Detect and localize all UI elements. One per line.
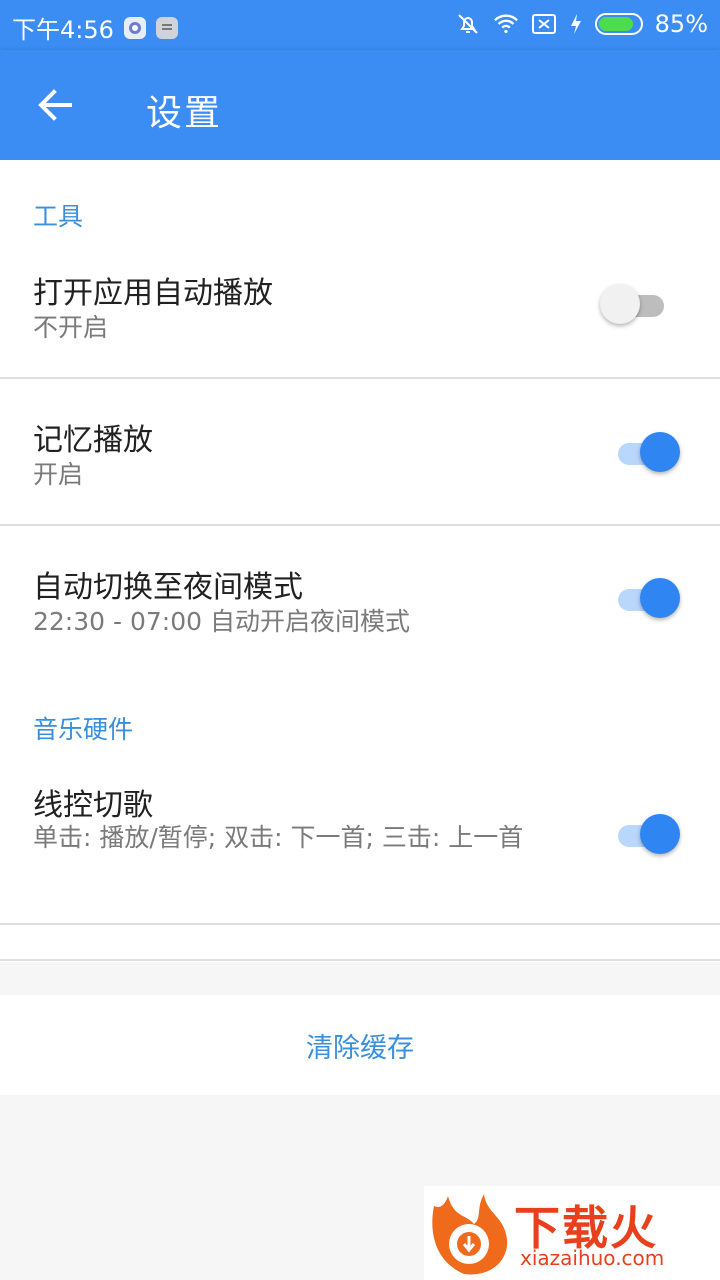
watermark-domain: xiazaihuo.com xyxy=(520,1246,665,1270)
clear-cache-button[interactable]: 清除缓存 xyxy=(0,995,720,1095)
setting-title: 线控切歌 xyxy=(33,788,153,823)
divider xyxy=(0,959,720,961)
sim-none-icon xyxy=(531,11,557,37)
setting-subtitle: 不开启 xyxy=(33,313,109,342)
mute-bell-icon xyxy=(455,11,481,37)
wire-control-toggle[interactable] xyxy=(610,812,680,856)
battery-percent: 85% xyxy=(654,10,708,38)
memory-playback-toggle[interactable] xyxy=(610,430,680,474)
section-header-tools: 工具 xyxy=(33,202,84,231)
setting-title: 自动切换至夜间模式 xyxy=(33,570,303,605)
setting-subtitle: 开启 xyxy=(33,460,84,489)
status-bar: 下午4:56 85% xyxy=(0,0,720,50)
battery-level-fill xyxy=(598,17,633,31)
arrow-left-icon xyxy=(38,89,72,121)
divider xyxy=(0,923,720,925)
app-bar: 设置 xyxy=(0,50,720,160)
clear-cache-label: 清除缓存 xyxy=(306,1032,414,1064)
setting-title: 打开应用自动播放 xyxy=(33,276,273,311)
toggle-thumb xyxy=(640,432,680,472)
back-button[interactable] xyxy=(30,80,80,130)
section-header-music-hardware: 音乐硬件 xyxy=(33,715,134,744)
notification-icon xyxy=(155,16,178,39)
divider xyxy=(0,524,720,526)
toggle-thumb xyxy=(640,578,680,618)
toggle-thumb xyxy=(640,814,680,854)
settings-list: 工具 打开应用自动播放 不开启 记忆播放 开启 自动切换至夜间模式 22:30 … xyxy=(0,160,720,962)
divider xyxy=(0,377,720,379)
watermark-logo: 下载火 xiazaihuo.com xyxy=(424,1186,720,1280)
wifi-icon xyxy=(493,11,519,37)
charging-icon xyxy=(569,11,583,37)
toggle-thumb xyxy=(600,284,640,324)
autoplay-toggle[interactable] xyxy=(600,282,670,326)
night-mode-toggle[interactable] xyxy=(610,576,680,620)
setting-title: 记忆播放 xyxy=(33,423,153,458)
status-time: 下午4:56 xyxy=(12,16,114,44)
flame-logo-icon xyxy=(432,1194,508,1275)
setting-subtitle: 22:30 - 07:00 自动开启夜间模式 xyxy=(33,607,410,636)
page-title: 设置 xyxy=(146,93,223,134)
app-icon xyxy=(123,16,146,39)
battery-icon xyxy=(594,13,643,35)
setting-subtitle: 单击: 播放/暂停; 双击: 下一首; 三击: 上一首 xyxy=(33,823,524,852)
